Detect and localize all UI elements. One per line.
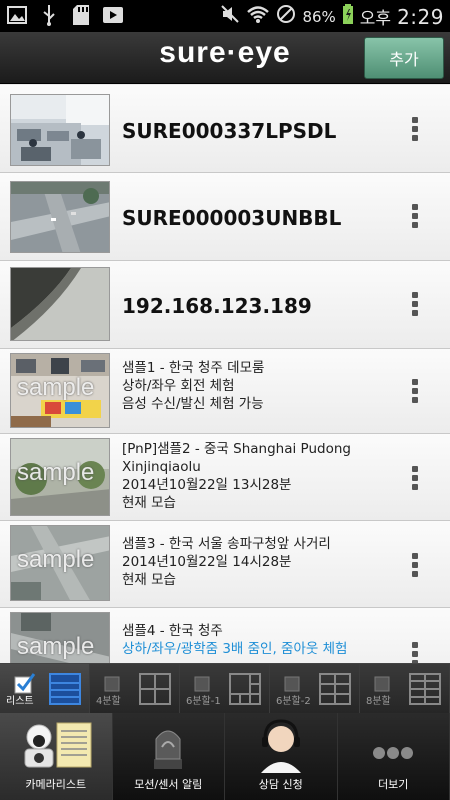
usb-icon [38,4,60,26]
view-label: 리스트 [6,696,34,707]
grid-6-icon [229,673,261,705]
camera-name: 192.168.123.189 [122,294,312,318]
camera-item[interactable]: sample [PnP]샘플2 - 중국 Shanghai Pudong Xin… [0,434,450,521]
description-line: 2014년10월22일 13시28분 [122,477,292,493]
camera-thumbnail: sample [10,353,110,428]
tab-label: 모션/센서 알림 [134,778,203,791]
camera-item[interactable]: 192.168.123.189 [0,261,450,349]
more-options-icon[interactable] [412,642,420,663]
camera-thumbnail [10,94,110,166]
camera-item[interactable]: sample 샘플4 - 한국 청주 상하/좌우/광학줌 3배 줌인, 줌아웃 … [0,608,450,663]
view-label: 4분할 [96,696,121,707]
tab-motion-alerts[interactable]: 모션/센서 알림 [112,713,225,800]
camera-description: 샘플4 - 한국 청주 상하/좌우/광학줌 3배 줌인, 줌아웃 체험 [122,622,347,658]
sd-card-icon [70,4,92,26]
sample-watermark: sample [17,633,95,660]
more-options-icon[interactable] [412,117,420,144]
tab-more[interactable]: 더보기 [337,713,450,800]
battery-icon [342,3,354,30]
battery-percent: 86% [302,7,336,26]
camera-item[interactable]: sample 샘플3 - 한국 서울 송파구청앞 사거리 2014년10월22일… [0,521,450,608]
app-header: sure·eye 추가 [0,32,450,84]
tab-camera-list[interactable]: 카메라리스트 [0,713,113,800]
description-line: 샘플1 - 한국 청주 데모룸 [122,360,265,376]
siren-icon [154,730,183,769]
description-line: 2014년10월22일 14시28분 [122,554,292,570]
tab-label: 카메라리스트 [25,778,87,791]
camera-description: 샘플3 - 한국 서울 송파구청앞 사거리 2014년10월22일 14시28분… [122,535,331,589]
clock: 2:29 [397,4,444,29]
grid-8-icon [409,673,441,705]
sample-watermark: sample [17,459,95,486]
view-label: 8분할 [366,696,391,707]
description-line: 현재 모습 [122,572,176,588]
description-line: 샘플4 - 한국 청주 [122,623,223,639]
more-dots-icon [373,747,414,759]
description-line: 현재 모습 [122,495,176,511]
more-options-icon[interactable] [412,204,420,231]
grid-4-icon [139,673,171,705]
sample-watermark: sample [17,374,95,401]
description-line: 상하/좌우 회전 체험 [122,378,235,394]
camera-thumbnail [10,181,110,253]
grid-6-alt-icon [319,673,351,705]
description-line: 음성 수신/발신 체험 가능 [122,396,264,412]
ampm: 오후 [359,9,392,29]
more-options-icon[interactable] [412,379,420,406]
camera-list-icon [24,722,92,768]
view-6split-1-button[interactable]: 6분할-1 [180,664,270,713]
mute-icon [220,4,240,29]
camera-item[interactable]: SURE000337LPSDL [0,85,450,173]
feature-highlight: 상하/좌우/광학줌 3배 줌인, 줌아웃 체험 [122,641,348,657]
add-camera-button[interactable]: 추가 [364,37,444,79]
image-icon [6,4,28,26]
camera-name: SURE000003UNBBL [122,206,342,230]
tab-consultation[interactable]: 상담 신청 [225,713,338,800]
view-6split-2-button[interactable]: 6분할-2 [270,664,360,713]
view-list-button[interactable]: 리스트 [0,664,90,713]
description-line: [PnP]샘플2 - 중국 Shanghai Pudong [122,441,351,457]
sample-watermark: sample [17,546,95,573]
view-label: 6분할-1 [186,696,221,707]
camera-name: SURE000337LPSDL [122,119,337,143]
bottom-tab-bar: 카메라리스트 모션/센서 알림 상담 신청 더보기 [0,713,450,800]
camera-thumbnail: sample [10,612,110,663]
no-signal-icon [276,4,296,29]
camera-thumbnail [10,267,110,341]
tab-label: 더보기 [378,778,409,791]
more-options-icon[interactable] [412,466,420,493]
camera-description: [PnP]샘플2 - 중국 Shanghai Pudong Xinjinqiao… [122,440,351,512]
list-view-icon [49,673,81,705]
description-line: Xinjinqiaolu [122,459,201,475]
camera-item[interactable]: SURE000003UNBBL [0,173,450,261]
more-options-icon[interactable] [412,553,420,580]
view-mode-bar: 리스트 4분할 6분할-1 6분할-2 8분할 [0,663,450,713]
camera-list[interactable]: SURE000337LPSDL SURE000003UNBBL 192.168.… [0,85,450,663]
camera-thumbnail: sample [10,525,110,601]
view-4split-button[interactable]: 4분할 [90,664,180,713]
more-options-icon[interactable] [412,292,420,319]
description-line: 샘플3 - 한국 서울 송파구청앞 사거리 [122,536,331,552]
camera-description: 샘플1 - 한국 청주 데모룸 상하/좌우 회전 체험 음성 수신/발신 체험 … [122,359,264,413]
camera-item[interactable]: sample 샘플1 - 한국 청주 데모룸 상하/좌우 회전 체험 음성 수신… [0,349,450,434]
camera-thumbnail: sample [10,438,110,516]
play-icon [102,4,124,26]
status-bar: 86% 오후 2:29 [0,0,450,32]
headset-agent-icon [260,719,301,773]
view-8split-button[interactable]: 8분할 [360,664,450,713]
view-label: 6분할-2 [276,696,311,707]
checkbox-icon [14,673,36,694]
tab-label: 상담 신청 [258,778,303,791]
wifi-icon [246,4,270,29]
